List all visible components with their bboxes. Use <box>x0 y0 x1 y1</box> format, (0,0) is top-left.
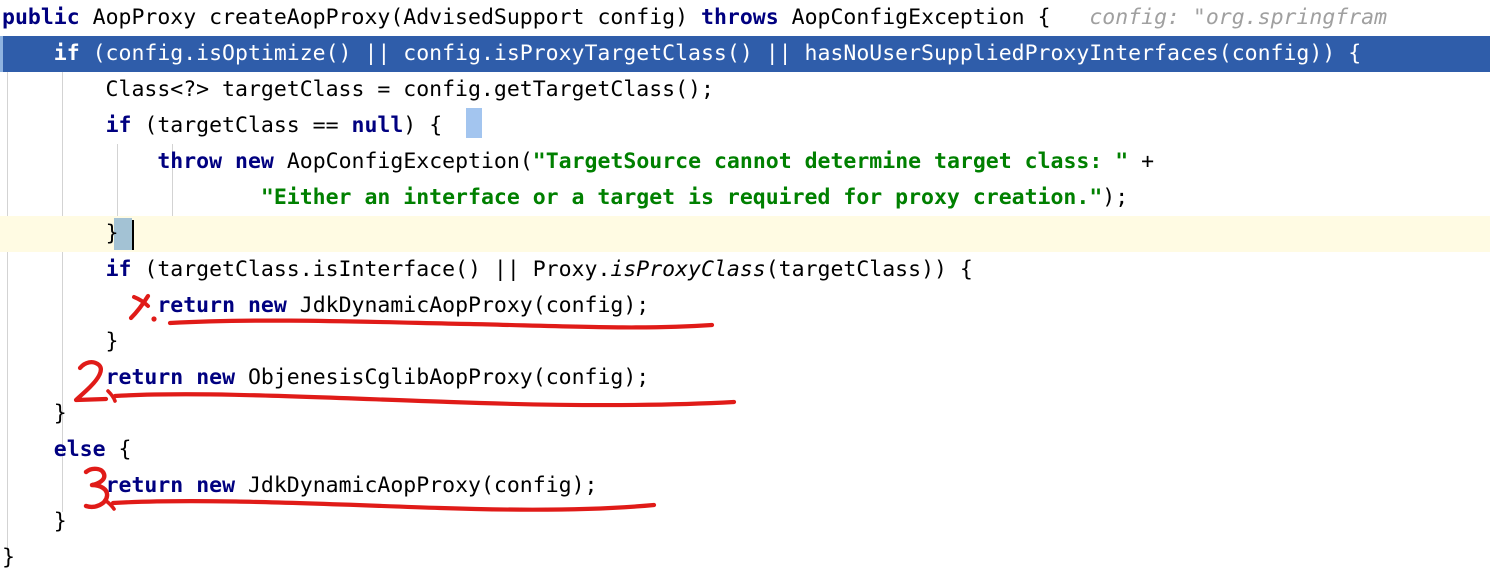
token-punct <box>2 149 157 174</box>
code-editor[interactable]: public AopProxy createAopProxy(AdvisedSu… <box>0 0 1490 585</box>
code-line-5[interactable]: throw new AopConfigException("TargetSour… <box>0 144 1490 180</box>
code-line-8[interactable]: if (targetClass.isInterface() || Proxy.i… <box>0 252 1490 288</box>
token-kw: if <box>105 113 132 138</box>
token-ident: (targetClass == <box>131 113 352 138</box>
token-punct <box>2 293 157 318</box>
token-kw: new <box>247 293 287 318</box>
code-line-6[interactable]: "Either an interface or a target is requ… <box>0 180 1490 216</box>
token-static-m: isProxyClass <box>610 257 766 282</box>
token-ident: JdkDynamicAopProxy(config); <box>235 473 598 498</box>
token-kw: if <box>105 257 132 282</box>
code-line-14[interactable]: return new JdkDynamicAopProxy(config); <box>0 468 1490 504</box>
token-ident: Class<?> targetClass = config.getTargetC… <box>2 77 714 102</box>
token-ident: ) <box>403 113 430 138</box>
token-punct <box>2 41 54 66</box>
token-ident: AopProxy createAopProxy(AdvisedSupport c… <box>92 5 701 30</box>
selection-left-stripe <box>0 36 3 72</box>
token-punct <box>2 257 106 282</box>
token-punct <box>80 5 93 30</box>
token-kw: new <box>235 149 274 174</box>
token-ident: JdkDynamicAopProxy(config); <box>286 293 650 318</box>
token-ident: (targetClass.isInterface() || Proxy. <box>131 257 611 282</box>
token-kw: else <box>53 437 106 462</box>
code-line-10[interactable]: } <box>0 324 1490 360</box>
code-line-2[interactable]: if (config.isOptimize() || config.isProx… <box>0 36 1490 72</box>
token-kw: if <box>53 41 80 66</box>
code-line-3[interactable]: Class<?> targetClass = config.getTargetC… <box>0 72 1490 108</box>
token-ident: { <box>105 437 132 462</box>
token-punct <box>235 293 248 318</box>
token-ident: ); <box>1102 185 1129 210</box>
token-punct <box>2 437 54 462</box>
code-line-13[interactable]: else { <box>0 432 1490 468</box>
token-punct <box>183 473 196 498</box>
text-caret <box>132 220 134 250</box>
token-punct <box>2 473 106 498</box>
token-ident: } <box>2 545 15 570</box>
token-punct <box>779 5 792 30</box>
token-kw: new <box>196 473 236 498</box>
token-ident: + <box>1128 149 1155 174</box>
token-ident: } <box>2 401 67 426</box>
code-line-7[interactable]: } <box>0 216 1490 252</box>
token-kw: throws <box>701 5 779 30</box>
token-punct <box>2 365 106 390</box>
token-kw: public <box>2 5 80 30</box>
token-ident: (targetClass)) { <box>765 257 973 282</box>
token-kw: new <box>196 365 236 390</box>
token-str: "TargetSource cannot determine target cl… <box>532 149 1129 174</box>
token-kw: null <box>351 113 404 138</box>
code-line-12[interactable]: } <box>0 396 1490 432</box>
token-punct <box>2 113 106 138</box>
brace-match-highlight-1 <box>114 218 132 250</box>
token-ident: AopConfigException { <box>791 5 1051 30</box>
token-ident: AopConfigException( <box>273 149 533 174</box>
code-line-11[interactable]: return new ObjenesisCglibAopProxy(config… <box>0 360 1490 396</box>
token-ident: (config.isOptimize() || config.isProxyTa… <box>79 41 1362 66</box>
token-kw: return <box>105 473 184 498</box>
token-punct <box>2 221 106 246</box>
code-line-15[interactable]: } <box>0 504 1490 540</box>
token-kw: return <box>157 293 236 318</box>
token-ident: } <box>2 329 119 354</box>
token-hint: config: "org.springfram <box>1050 5 1388 30</box>
token-punct <box>2 185 261 210</box>
token-brace: { <box>429 113 443 138</box>
brace-match-highlight-0 <box>466 108 482 138</box>
token-ident: ObjenesisCglibAopProxy(config); <box>235 365 650 390</box>
token-punct <box>222 149 235 174</box>
code-line-9[interactable]: return new JdkDynamicAopProxy(config); <box>0 288 1490 324</box>
code-line-16[interactable]: } <box>0 540 1490 576</box>
token-kw: throw <box>157 149 223 174</box>
token-ident: } <box>2 509 67 534</box>
code-line-1[interactable]: public AopProxy createAopProxy(AdvisedSu… <box>0 0 1490 36</box>
token-str: "Either an interface or a target is requ… <box>260 185 1103 210</box>
code-line-4[interactable]: if (targetClass == null) { <box>0 108 1490 144</box>
token-punct <box>183 365 196 390</box>
token-kw: return <box>105 365 184 390</box>
